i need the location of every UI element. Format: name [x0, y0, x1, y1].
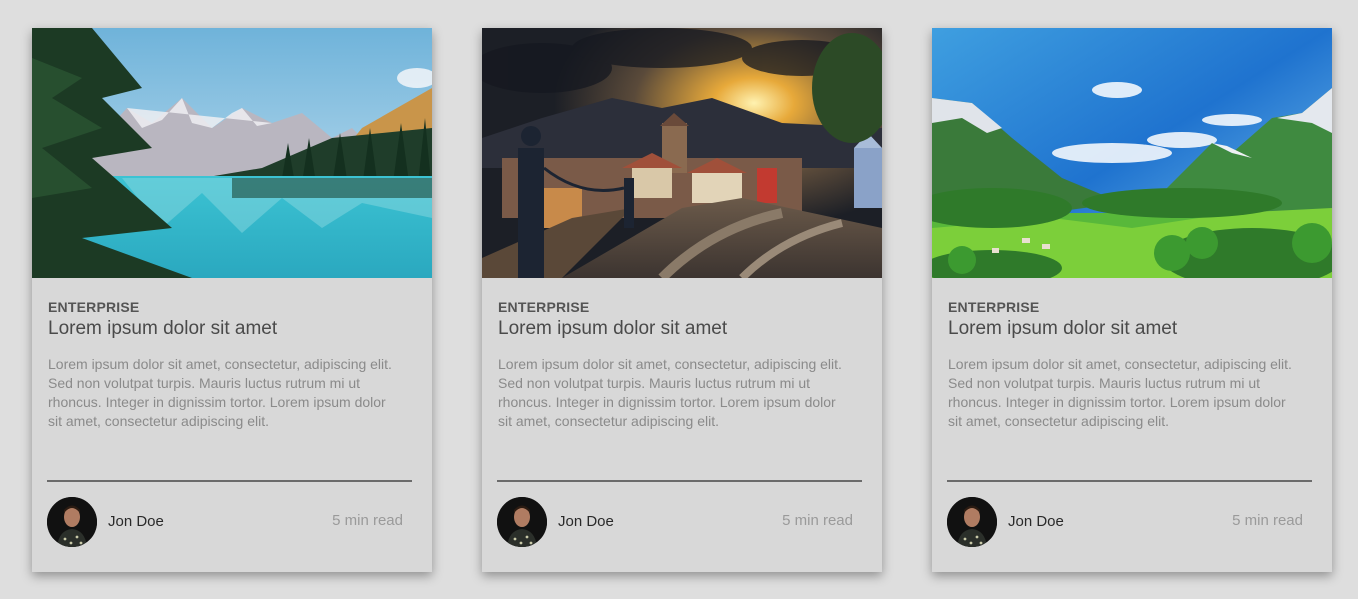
- card-category[interactable]: ENTERPRISE: [498, 298, 866, 316]
- card-image-village[interactable]: [482, 28, 882, 278]
- read-time: 5 min read: [332, 512, 403, 529]
- article-card[interactable]: ENTERPRISE Lorem ipsum dolor sit amet Lo…: [932, 28, 1332, 572]
- card-body: ENTERPRISE Lorem ipsum dolor sit amet Lo…: [32, 298, 432, 451]
- avatar[interactable]: [947, 497, 997, 547]
- author-name[interactable]: Jon Doe: [1008, 513, 1064, 531]
- page: ENTERPRISE Lorem ipsum dolor sit amet Lo…: [0, 0, 1358, 599]
- card-description: Lorem ipsum dolor sit amet, consectetur,…: [948, 356, 1292, 429]
- card-footer: Jon Doe 5 min read: [947, 497, 1303, 547]
- card-title[interactable]: Lorem ipsum dolor sit amet: [948, 317, 1316, 341]
- avatar[interactable]: [47, 497, 97, 547]
- avatar[interactable]: [497, 497, 547, 547]
- card-divider: [947, 480, 1312, 482]
- article-card[interactable]: ENTERPRISE Lorem ipsum dolor sit amet Lo…: [32, 28, 432, 572]
- card-divider: [47, 480, 412, 482]
- village-sunset-photo-icon: [482, 28, 882, 278]
- card-description: Lorem ipsum dolor sit amet, consectetur,…: [498, 356, 842, 429]
- read-time: 5 min read: [782, 512, 853, 529]
- alpine-valley-photo-icon: [932, 28, 1332, 278]
- card-footer: Jon Doe 5 min read: [497, 497, 853, 547]
- card-footer: Jon Doe 5 min read: [47, 497, 403, 547]
- author-name[interactable]: Jon Doe: [558, 513, 614, 531]
- card-divider: [497, 480, 862, 482]
- card-category[interactable]: ENTERPRISE: [48, 298, 416, 316]
- user-avatar-icon: [497, 497, 547, 547]
- card-image-lake[interactable]: [32, 28, 432, 278]
- user-avatar-icon: [947, 497, 997, 547]
- read-time: 5 min read: [1232, 512, 1303, 529]
- article-card[interactable]: ENTERPRISE Lorem ipsum dolor sit amet Lo…: [482, 28, 882, 572]
- author-name[interactable]: Jon Doe: [108, 513, 164, 531]
- card-image-valley[interactable]: [932, 28, 1332, 278]
- card-title[interactable]: Lorem ipsum dolor sit amet: [48, 317, 416, 341]
- user-avatar-icon: [47, 497, 97, 547]
- card-body: ENTERPRISE Lorem ipsum dolor sit amet Lo…: [932, 298, 1332, 451]
- card-description: Lorem ipsum dolor sit amet, consectetur,…: [48, 356, 392, 429]
- card-body: ENTERPRISE Lorem ipsum dolor sit amet Lo…: [482, 298, 882, 451]
- card-category[interactable]: ENTERPRISE: [948, 298, 1316, 316]
- lake-mountain-photo-icon: [32, 28, 432, 278]
- card-title[interactable]: Lorem ipsum dolor sit amet: [498, 317, 866, 341]
